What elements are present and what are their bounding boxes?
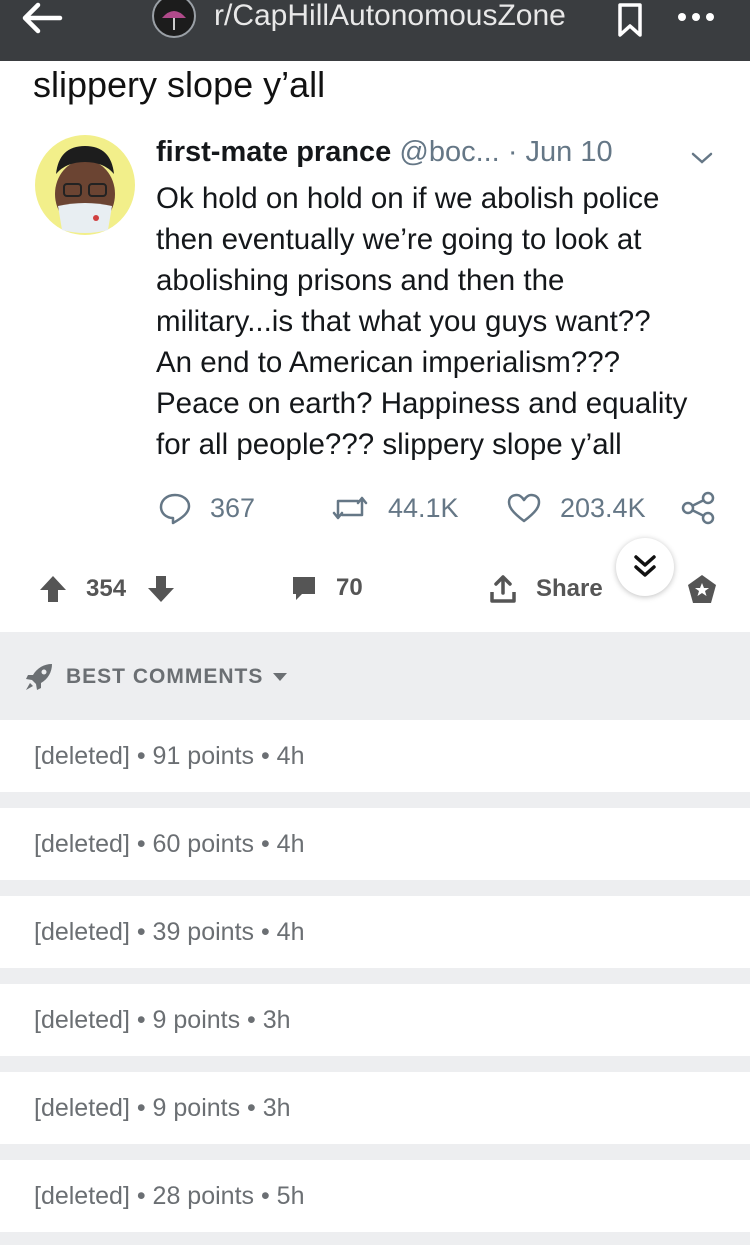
tweet-avatar [34, 134, 136, 236]
upvote-icon[interactable] [38, 574, 68, 604]
award-button[interactable] [686, 574, 718, 606]
tweet-likes-count: 203.4K [560, 492, 646, 523]
tweet-separator: · [507, 136, 518, 168]
tweet-line: Ok hold on hold on if we abolish police [156, 182, 660, 215]
subreddit-name[interactable]: r/CapHillAutonomousZone [214, 0, 566, 33]
comment-meta: [deleted] • 91 points • 4h [34, 742, 305, 770]
comment-list: [deleted] • 91 points • 4h [deleted] • 6… [0, 720, 750, 1245]
share-label: Share [536, 575, 603, 602]
comment-meta: [deleted] • 60 points • 4h [34, 830, 305, 858]
caret-down-icon [273, 673, 288, 681]
vote-count: 354 [86, 575, 127, 602]
comment-meta: [deleted] • 9 points • 3h [34, 1094, 291, 1122]
post-title[interactable]: slippery slope y’all [33, 64, 325, 106]
tweet-line: abolishing prisons and then the [156, 264, 565, 297]
comment-item[interactable]: [deleted] • 39 points • 4h [0, 896, 750, 984]
tweet-handle: @boc... [399, 136, 500, 168]
subreddit-avatar[interactable] [150, 0, 198, 40]
tweet-header: first-mate prance @boc... · Jun 10 [156, 136, 613, 169]
heart-icon [507, 493, 541, 523]
tweet-retweets: 44.1K [330, 488, 459, 528]
comment-item[interactable]: [deleted] • 91 points • 4h [0, 720, 750, 808]
comment-icon [293, 577, 315, 600]
tweet-author-name: first-mate prance [156, 136, 392, 168]
top-bar: r/CapHillAutonomousZone [0, 0, 750, 61]
comment-meta: [deleted] • 28 points • 5h [34, 1182, 305, 1210]
bookmark-icon[interactable] [612, 2, 648, 38]
tweet-text: Ok hold on hold on if we abolish police … [156, 178, 736, 465]
more-icon[interactable] [674, 0, 718, 34]
back-arrow-icon[interactable] [20, 2, 64, 34]
tweet-line: An end to American imperialism??? [156, 346, 621, 379]
award-icon [688, 575, 716, 603]
vote-control: 354 [38, 574, 176, 604]
comment-meta: [deleted] • 9 points • 3h [34, 1006, 291, 1034]
tweet-retweets-count: 44.1K [388, 492, 459, 523]
post-actions: 354 70 Share [0, 560, 750, 624]
share-network-icon [680, 488, 734, 528]
chevron-down-icon [688, 148, 716, 168]
sort-selector[interactable]: BEST COMMENTS [24, 662, 289, 692]
tweet-image[interactable]: first-mate prance @boc... · Jun 10 Ok ho… [0, 120, 750, 540]
reply-icon [159, 493, 191, 525]
tweet-replies: 367 [158, 488, 255, 528]
comment-item[interactable]: [deleted] • 9 points • 3h [0, 1072, 750, 1160]
rocket-icon [26, 664, 52, 690]
share-icon [490, 575, 516, 603]
comment-item[interactable]: [deleted] • 28 points • 5h [0, 1160, 750, 1245]
tweet-replies-count: 367 [210, 492, 256, 523]
comment-meta: [deleted] • 39 points • 4h [34, 918, 305, 946]
retweet-icon [332, 496, 368, 520]
tweet-line: then eventually we’re going to look at [156, 223, 642, 256]
comment-item[interactable]: [deleted] • 60 points • 4h [0, 808, 750, 896]
tweet-likes: 203.4K [506, 488, 646, 528]
tweet-line: military...is that what you guys want?? [156, 305, 651, 338]
tweet-date: Jun 10 [525, 136, 613, 168]
comment-item[interactable]: [deleted] • 9 points • 3h [0, 984, 750, 1072]
tweet-line: for all people??? slippery slope y’all [156, 428, 622, 461]
downvote-icon[interactable] [146, 574, 176, 604]
sort-label: BEST COMMENTS [66, 665, 264, 688]
tweet-line: Peace on earth? Happiness and equality [156, 387, 688, 420]
share-button[interactable]: Share [488, 574, 603, 604]
comment-sort-bar[interactable]: BEST COMMENTS [0, 632, 750, 720]
comments-count: 70 [336, 574, 363, 601]
comments-button[interactable]: 70 [290, 574, 363, 602]
